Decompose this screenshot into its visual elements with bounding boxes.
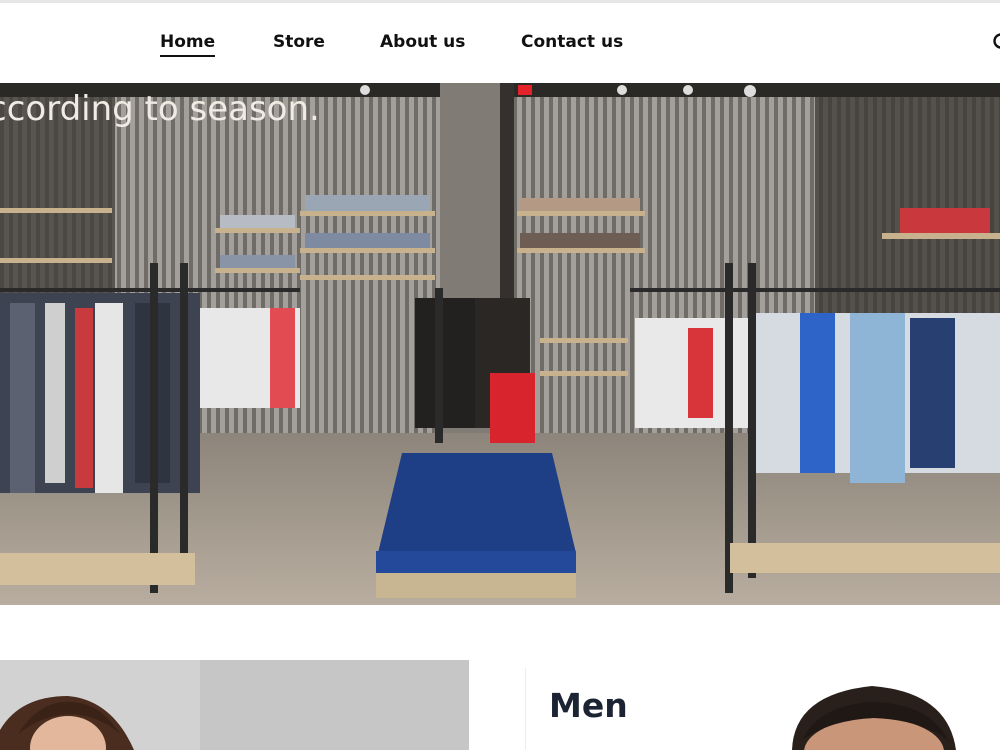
men-category-image[interactable] <box>780 680 970 750</box>
man-portrait-image <box>780 680 970 750</box>
hero-title: ccording to season. <box>0 89 320 129</box>
store-interior-image <box>0 83 1000 605</box>
section-divider <box>525 668 526 750</box>
nav-store[interactable]: Store <box>273 32 325 52</box>
nav-contact-us[interactable]: Contact us <box>521 32 623 52</box>
hero-banner: ccording to season. <box>0 83 1000 605</box>
men-category-title[interactable]: Men <box>549 686 628 725</box>
women-category-image[interactable] <box>0 660 469 750</box>
nav-about-us[interactable]: About us <box>380 32 465 52</box>
main-navigation: Home Store About us Contact us <box>0 3 1000 83</box>
search-button[interactable] <box>990 30 1000 56</box>
nav-home[interactable]: Home <box>160 32 216 57</box>
search-icon <box>993 33 1000 49</box>
woman-portrait-image <box>0 660 469 750</box>
